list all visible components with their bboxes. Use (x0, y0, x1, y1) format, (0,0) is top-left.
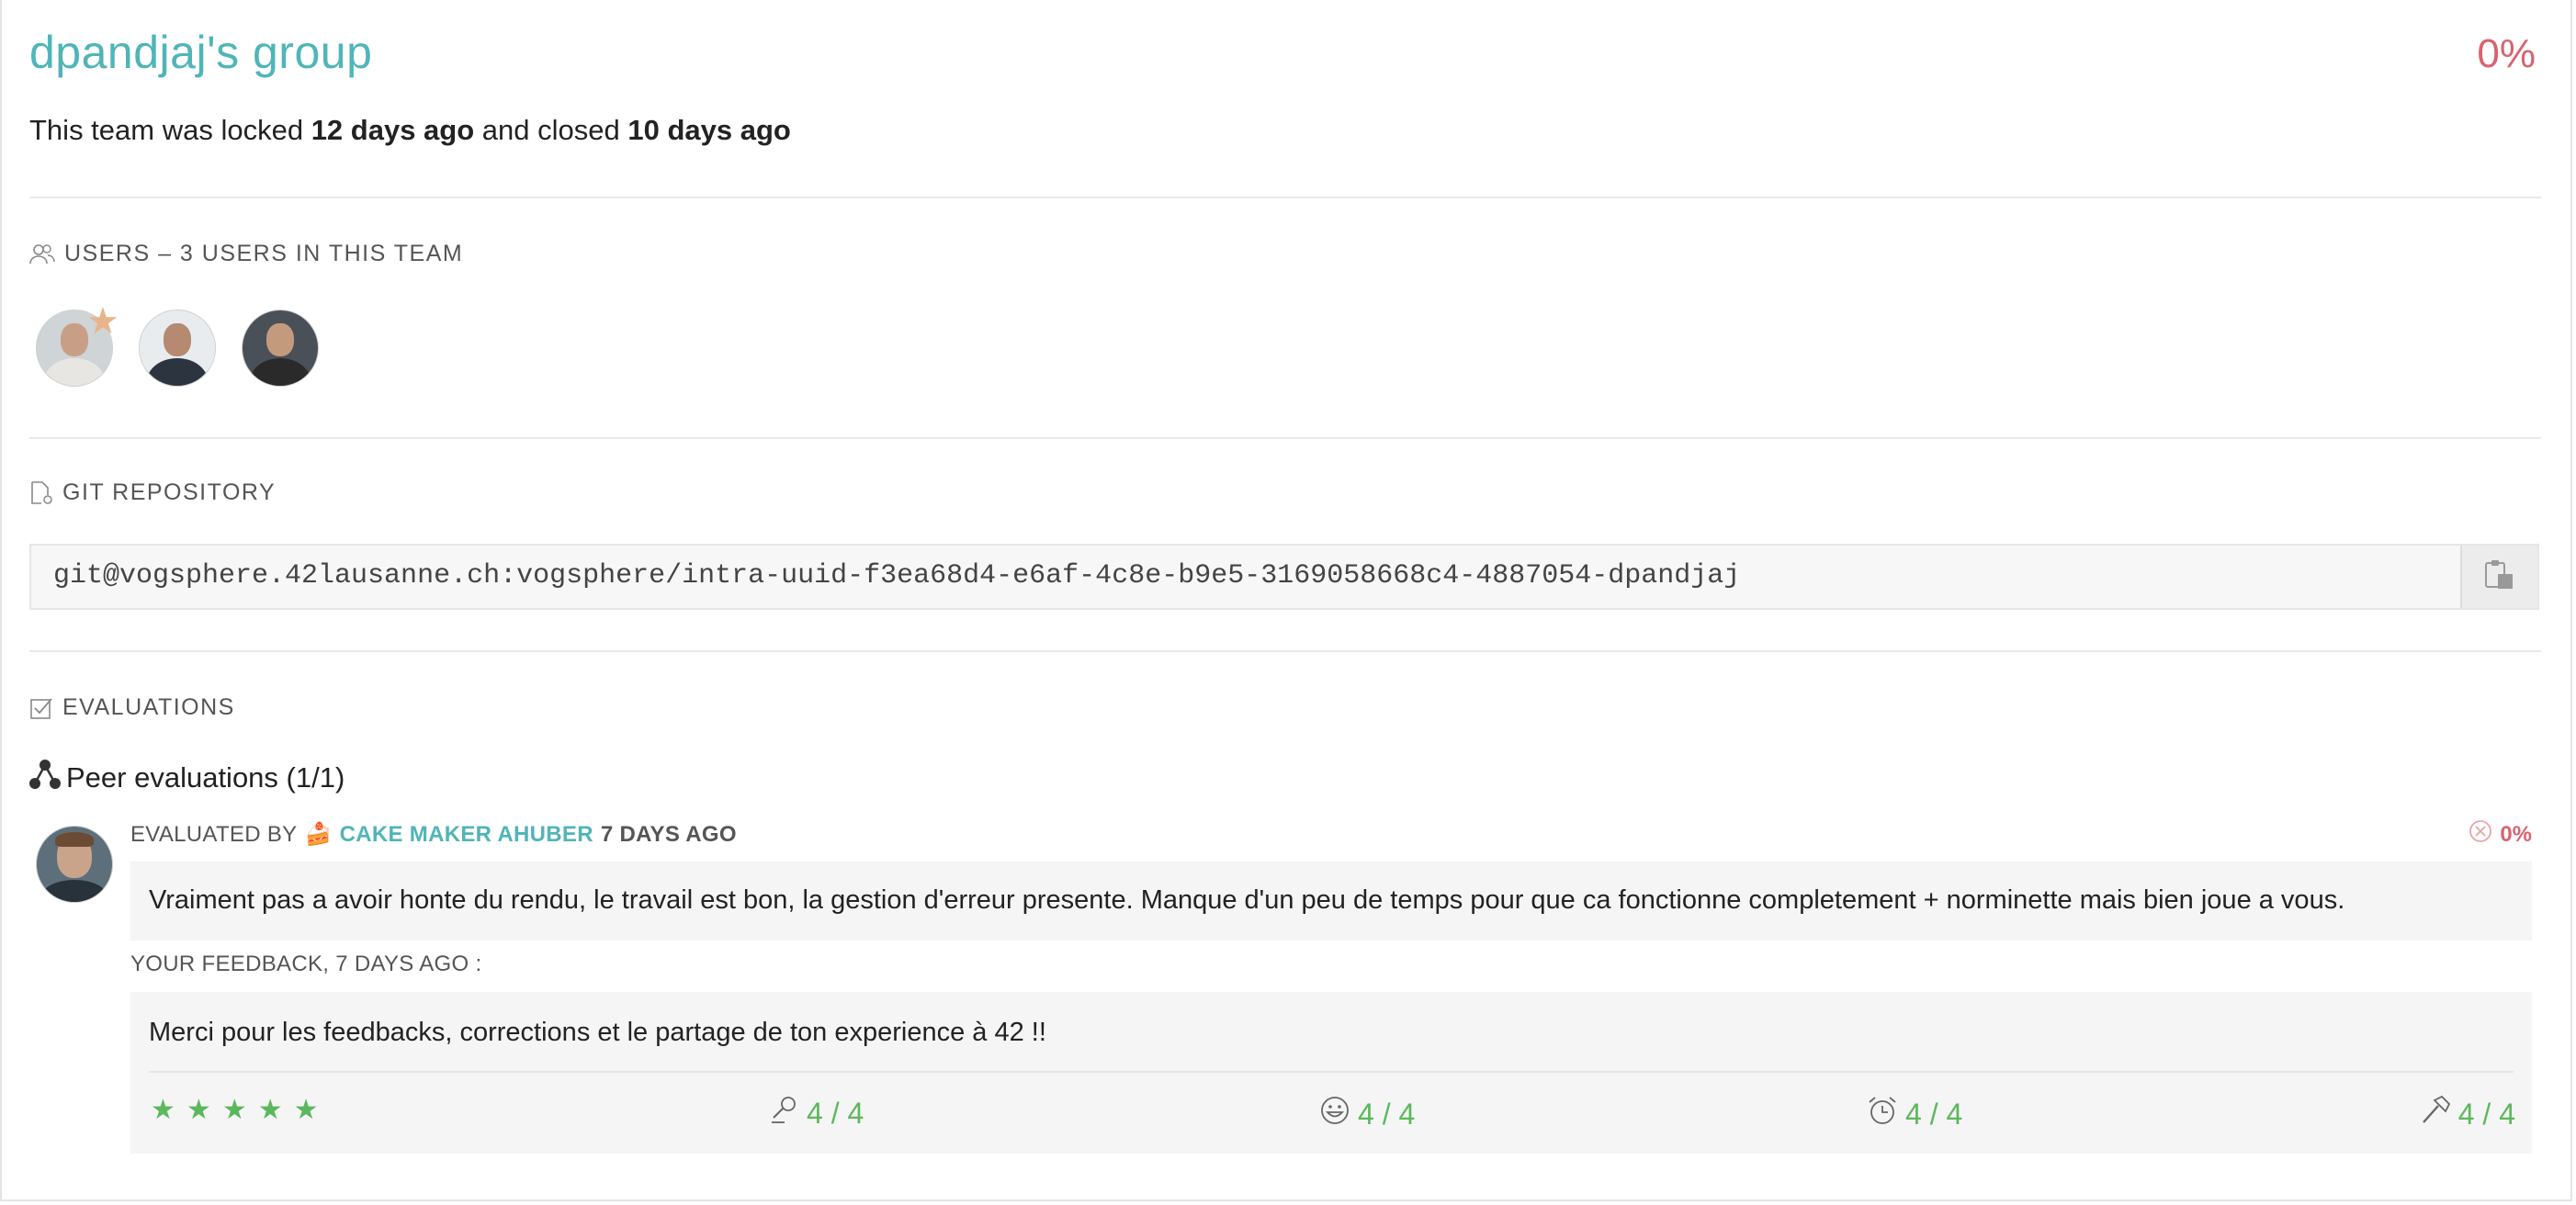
rating-value: 4 / 4 (1358, 1097, 1416, 1131)
evaluator-avatar[interactable] (37, 827, 112, 902)
locked-ago: 12 days ago (311, 114, 475, 146)
team-panel: dpandjaj's group 0% This team was locked… (0, 0, 2572, 1201)
rating-value: 4 / 4 (2457, 1097, 2515, 1131)
copy-button[interactable] (2460, 546, 2537, 608)
git-url[interactable]: git@vogsphere.42lausanne.ch:vogsphere/in… (53, 560, 1740, 591)
peer-heading-text: Peer evaluations (1/1) (66, 761, 345, 794)
team-leader-star-icon: ★ (86, 301, 119, 342)
evaluation-date: 7 DAYS AGO (600, 821, 737, 847)
avatar[interactable] (243, 310, 318, 386)
user-avatars (37, 310, 318, 386)
peer-evaluations-heading: Peer evaluations (1/1) (29, 759, 345, 797)
rating-value: 4 / 4 (1905, 1097, 1963, 1131)
team-final-mark: 0% (2477, 31, 2536, 76)
divider (29, 650, 2541, 652)
file-icon (29, 480, 53, 505)
fail-circle-icon (2469, 819, 2492, 850)
status-middle: and closed (481, 114, 620, 146)
smiley-icon (1319, 1095, 1350, 1133)
git-label-text: GIT REPOSITORY (62, 479, 277, 505)
peer-network-icon (29, 759, 61, 797)
rating-nice: 4 / 4 (1319, 1095, 1415, 1133)
cake-emoji-icon: 🍰 (304, 822, 333, 847)
clipboard-icon (2483, 559, 2516, 595)
interested-icon (770, 1095, 799, 1132)
star-icon: ★ (293, 1095, 319, 1125)
feedback-stars: ★ ★ ★ ★ ★ (151, 1097, 319, 1124)
feedback-label: YOUR FEEDBACK, 7 DAYS AGO : (130, 952, 482, 976)
star-icon: ★ (257, 1095, 283, 1125)
evaluator-login-link[interactable]: CAKE MAKER AHUBER (340, 822, 593, 848)
users-section-label: USERS – 3 USERS IN THIS TEAM (29, 241, 463, 267)
hammer-icon (2420, 1095, 2451, 1133)
evaluation-mark: 0% (2469, 819, 2532, 850)
closed-ago: 10 days ago (627, 114, 791, 146)
evaluations-section-label: EVALUATIONS (29, 694, 235, 721)
team-title[interactable]: dpandjaj's group (29, 26, 372, 79)
evaluated-by-label: EVALUATED BY (130, 821, 298, 847)
star-icon: ★ (221, 1095, 247, 1125)
checkbox-icon (29, 696, 53, 720)
divider (29, 437, 2541, 439)
your-feedback-box: Merci pour les feedbacks, corrections et… (130, 992, 2532, 1154)
evaluator-comment-text: Vraiment pas a avoir honte du rendu, le … (149, 885, 2345, 915)
feedback-divider (149, 1071, 2514, 1073)
status-prefix: This team was locked (29, 114, 304, 146)
evaluation-mark-value: 0% (2500, 821, 2532, 847)
star-icon: ★ (186, 1095, 211, 1125)
git-section-label: GIT REPOSITORY (29, 479, 276, 506)
clock-icon (1867, 1095, 1898, 1133)
users-label-text: USERS – 3 USERS IN THIS TEAM (64, 241, 464, 266)
users-icon (29, 243, 55, 265)
team-status: This team was locked 12 days ago and clo… (29, 114, 791, 147)
your-feedback-text: Merci pour les feedbacks, corrections et… (149, 1018, 1046, 1047)
rating-value: 4 / 4 (807, 1096, 864, 1130)
star-icon: ★ (151, 1095, 175, 1125)
git-repository-field[interactable]: git@vogsphere.42lausanne.ch:vogsphere/in… (29, 544, 2539, 610)
evaluator-comment: Vraiment pas a avoir honte du rendu, le … (130, 862, 2532, 940)
evaluations-label-text: EVALUATIONS (62, 694, 235, 720)
rating-interested: 4 / 4 (770, 1095, 864, 1132)
divider (29, 197, 2541, 198)
evaluated-by-line: EVALUATED BY 🍰 CAKE MAKER AHUBER 7 DAYS … (130, 821, 737, 848)
rating-punctual: 4 / 4 (1867, 1095, 1962, 1133)
rating-rigorous: 4 / 4 (2420, 1095, 2515, 1133)
avatar[interactable] (140, 310, 215, 386)
